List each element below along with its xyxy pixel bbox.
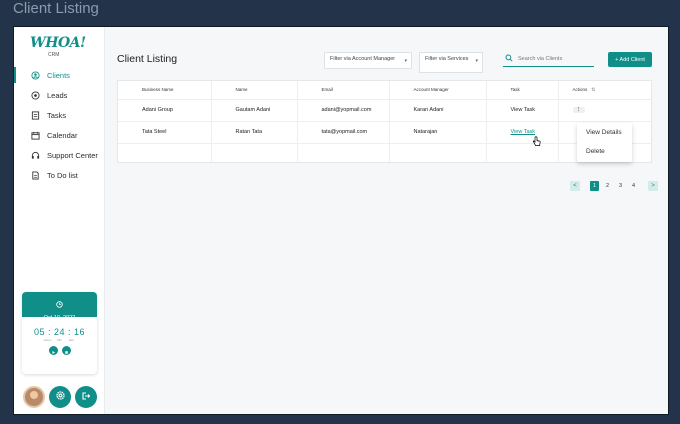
client-table: Business Name Name Email Account Manager… <box>117 80 652 164</box>
search-placeholder: Search via Clients <box>518 56 563 62</box>
column-header: Account Manager <box>389 81 487 100</box>
table-row: Adani Group Gautam Adani adani@yopmail.c… <box>118 99 651 122</box>
logout-button[interactable] <box>75 386 97 408</box>
chevron-down-icon: ▾ <box>404 58 407 64</box>
cell-name: Gautam Adani <box>211 99 298 122</box>
logout-icon <box>81 388 91 406</box>
leads-icon <box>31 90 40 100</box>
account-manager-filter-label: Filter via Account Manager <box>330 56 396 62</box>
column-header: Business Name <box>118 81 212 100</box>
search-input[interactable]: Search via Clients <box>503 52 594 67</box>
app-window: WHOA! CRM Clients Leads Tasks Calendar S… <box>13 26 669 415</box>
window-title: Client Listing <box>13 0 99 17</box>
next-page-button[interactable]: > <box>648 181 658 191</box>
sidebar-item-label: Calendar <box>47 130 78 140</box>
settings-button[interactable] <box>49 386 71 408</box>
sidebar-item-to-do-list[interactable]: To Do list <box>14 165 105 185</box>
timer-clock: 05 : 24 : 16 <box>33 327 86 337</box>
table-row-empty <box>118 143 651 164</box>
sidebar-item-calendar[interactable]: Calendar <box>14 125 105 145</box>
page-3[interactable]: 3 <box>616 181 625 191</box>
sidebar-item-label: Tasks <box>47 110 67 120</box>
stop-button[interactable] <box>61 346 71 355</box>
timer-controls <box>22 346 97 355</box>
kebab-menu-icon[interactable]: ⋮ <box>572 107 585 113</box>
cell-actions: ⋮ <box>558 99 651 122</box>
menu-item-view-details[interactable]: View Details <box>577 123 632 142</box>
play-button[interactable] <box>48 346 58 355</box>
cell-business: Tata Steel <box>118 121 212 144</box>
cell-email: adani@yopmail.com <box>297 99 390 122</box>
cell-business: Adani Group <box>118 99 212 122</box>
column-header: Name <box>211 81 298 100</box>
logo-subtext: CRM <box>48 52 60 58</box>
chevron-down-icon: ▾ <box>475 58 478 64</box>
page-4[interactable]: 4 <box>629 181 638 191</box>
sidebar-item-tasks[interactable]: Tasks <box>14 105 105 125</box>
account-manager-filter[interactable]: Filter via Account Manager ▾ <box>324 52 412 69</box>
gear-icon <box>55 388 66 406</box>
sidebar-item-support-center[interactable]: Support Center <box>14 145 105 165</box>
hand-cursor-icon <box>532 134 541 152</box>
headset-icon <box>31 151 40 160</box>
sidebar-footer <box>23 386 97 408</box>
row-actions-menu: View Details Delete <box>577 123 632 162</box>
timer-units: Hours Min Sec <box>22 338 97 342</box>
sidebar-nav: Clients Leads Tasks Calendar Support Cen… <box>14 65 105 185</box>
services-filter-label: Filter via Services <box>425 56 469 62</box>
timer-header: Oct 10, 2022 <box>22 292 97 321</box>
cell-name: Ratan Tata <box>211 121 298 144</box>
logo-text: WHOA! <box>30 35 86 51</box>
logo[interactable]: WHOA! CRM <box>30 35 86 63</box>
actions-header: Actions ⇅ <box>558 81 651 100</box>
tasks-icon <box>31 110 40 120</box>
page-1[interactable]: 1 <box>590 181 599 191</box>
services-filter[interactable]: Filter via Services ▾ <box>419 52 483 73</box>
cell-email: tata@yopmail.com <box>297 121 390 144</box>
play-icon <box>51 342 56 360</box>
clock-icon <box>56 295 63 312</box>
column-header: Email <box>297 81 390 100</box>
timer-widget: Oct 10, 2022 05 : 24 : 16 Hours Min Sec <box>22 292 97 374</box>
menu-item-delete[interactable]: Delete <box>577 142 632 161</box>
sidebar-item-clients[interactable]: Clients <box>14 65 105 85</box>
sidebar-item-label: Support Center <box>47 150 98 160</box>
sidebar: WHOA! CRM Clients Leads Tasks Calendar S… <box>14 27 105 414</box>
sidebar-item-leads[interactable]: Leads <box>14 85 105 105</box>
timer-date: Oct 10, 2022 <box>43 315 76 321</box>
calendar-icon <box>31 131 40 140</box>
column-header: Task <box>486 81 559 100</box>
table-row: Tata Steel Ratan Tata tata@yopmail.com N… <box>118 121 651 144</box>
cell-task: View Task <box>486 121 559 144</box>
cell-task[interactable]: View Task <box>486 99 559 122</box>
page-title: Client Listing <box>117 53 178 65</box>
users-icon <box>31 70 40 80</box>
sidebar-item-label: Clients <box>47 70 70 80</box>
pagination: < 1 2 3 4 > <box>570 181 658 191</box>
column-header: Actions <box>572 86 588 92</box>
avatar[interactable] <box>23 386 45 408</box>
sort-icon[interactable]: ⇅ <box>591 87 595 93</box>
cell-manager: Natarajan <box>389 121 487 144</box>
sidebar-item-label: Leads <box>47 90 68 100</box>
search-icon <box>503 54 518 64</box>
page-2[interactable]: 2 <box>603 181 612 191</box>
sidebar-item-label: To Do list <box>47 170 78 180</box>
cell-manager: Karan Adani <box>389 99 487 122</box>
stop-icon <box>64 342 69 360</box>
todo-icon <box>31 170 40 180</box>
add-client-button[interactable]: + Add Client <box>608 52 652 67</box>
prev-page-button[interactable]: < <box>570 181 580 191</box>
table-header-row: Business Name Name Email Account Manager… <box>118 81 651 100</box>
